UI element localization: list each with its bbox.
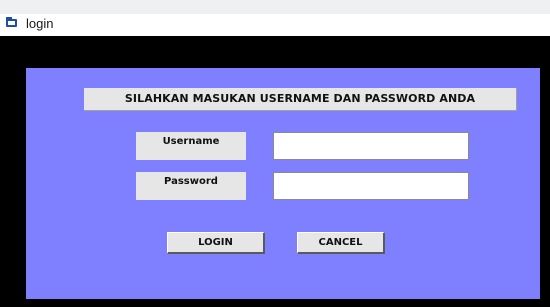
password-label: Password [136, 172, 246, 200]
desktop-top-strip [0, 0, 550, 15]
cancel-button[interactable]: CANCEL [297, 232, 385, 254]
screen: login SILAHKAN MASUKAN USERNAME DAN PASS… [0, 0, 550, 307]
username-field[interactable] [273, 132, 469, 160]
login-button[interactable]: LOGIN [167, 232, 265, 254]
window-titlebar[interactable]: login [0, 14, 550, 36]
window-title: login [26, 16, 54, 31]
username-label: Username [136, 132, 246, 160]
app-window-icon [6, 17, 17, 27]
login-panel: SILAHKAN MASUKAN USERNAME DAN PASSWORD A… [26, 68, 540, 299]
password-field[interactable] [273, 172, 469, 200]
instruction-label: SILAHKAN MASUKAN USERNAME DAN PASSWORD A… [84, 88, 517, 111]
window-client-area: SILAHKAN MASUKAN USERNAME DAN PASSWORD A… [0, 36, 550, 307]
